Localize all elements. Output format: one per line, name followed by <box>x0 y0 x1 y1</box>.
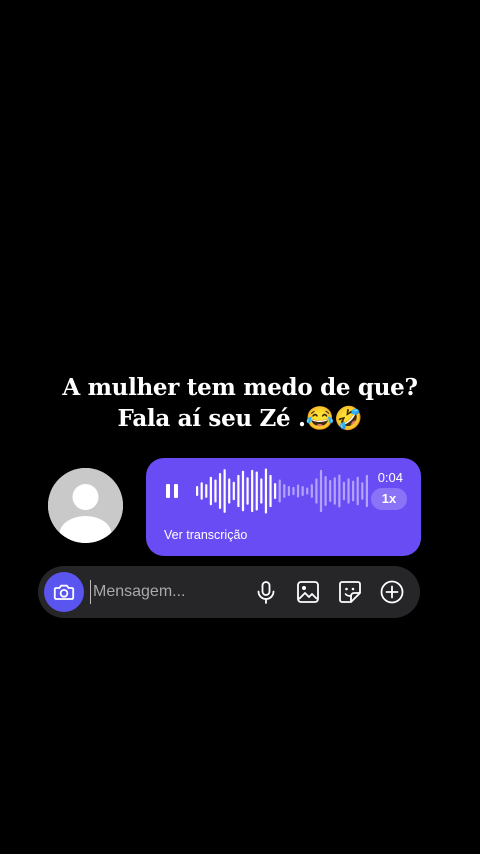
playback-speed-button[interactable]: 1x <box>371 488 407 510</box>
waveform-bar <box>264 468 268 514</box>
waveform-bar <box>283 484 286 498</box>
pause-icon <box>166 484 170 498</box>
waveform-bar <box>296 484 300 498</box>
waveform-bar <box>237 474 240 508</box>
waveform-bar <box>200 482 203 500</box>
waveform-bar <box>278 479 281 503</box>
waveform-bar <box>292 486 295 496</box>
waveform-bar <box>356 476 359 506</box>
pause-button[interactable] <box>164 482 180 500</box>
message-composer <box>38 566 420 618</box>
waveform-bar <box>306 487 309 495</box>
waveform-bar <box>310 484 313 498</box>
waveform-bar <box>241 470 245 512</box>
sticker-button[interactable] <box>337 579 363 605</box>
waveform-bar <box>365 474 368 508</box>
waveform-bar <box>342 481 346 501</box>
waveform-bar <box>214 479 217 503</box>
waveform-bar <box>352 480 355 502</box>
waveform-bar <box>287 485 290 497</box>
avatar <box>48 468 123 543</box>
waveform-bar <box>196 485 199 497</box>
voice-message-bubble: 0:04 1x Ver transcrição <box>146 458 421 556</box>
waveform-bar <box>333 477 336 505</box>
gallery-button[interactable] <box>295 579 321 605</box>
waveform-bar <box>260 478 263 504</box>
story-caption: A mulher tem medo de que? Fala aí seu Zé… <box>0 372 480 434</box>
waveform-bar <box>315 478 318 504</box>
waveform-bar <box>209 476 212 506</box>
waveform-bar <box>255 471 258 511</box>
waveform-bar <box>301 485 304 497</box>
sticker-icon <box>339 581 361 603</box>
waveform-bar <box>329 479 332 503</box>
plus-icon <box>380 580 404 604</box>
microphone-button[interactable] <box>253 579 279 605</box>
caption-line-2: Fala aí seu Zé .😂🤣 <box>117 405 363 432</box>
waveform-bar <box>274 482 277 500</box>
microphone-icon <box>257 581 275 604</box>
waveform-bar <box>347 478 350 504</box>
waveform-bar <box>246 477 249 505</box>
story-screen: A mulher tem medo de que? Fala aí seu Zé… <box>0 0 480 854</box>
message-input[interactable] <box>90 580 243 604</box>
waveform-bar <box>218 473 222 509</box>
default-user-icon <box>48 468 123 543</box>
waveform-bar <box>205 484 208 498</box>
camera-button[interactable] <box>44 572 84 612</box>
waveform-bar <box>228 478 231 504</box>
add-button[interactable] <box>379 579 405 605</box>
waveform-bar <box>338 474 341 508</box>
waveform-bar <box>361 482 364 500</box>
waveform-bar <box>269 474 272 508</box>
waveform-bar <box>324 476 327 506</box>
waveform-bar <box>319 469 323 513</box>
camera-icon <box>53 584 75 600</box>
view-transcript-link[interactable]: Ver transcrição <box>164 528 247 542</box>
caption-line-1: A mulher tem medo de que? <box>62 374 418 401</box>
audio-waveform[interactable] <box>196 466 368 516</box>
waveform-bar <box>232 481 235 501</box>
gallery-icon <box>297 581 319 603</box>
waveform-bar <box>223 469 226 513</box>
waveform-bar <box>251 469 254 513</box>
voice-duration: 0:04 <box>377 470 403 485</box>
